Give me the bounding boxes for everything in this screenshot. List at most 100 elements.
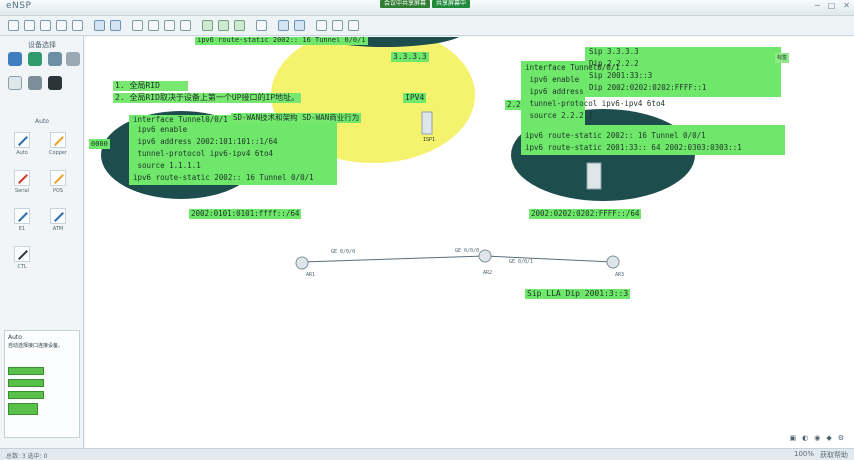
save-icon[interactable] (40, 20, 51, 31)
help-link[interactable]: 获取帮助 (820, 450, 848, 460)
right-config-line: ipv6 enable (525, 75, 580, 84)
cable-ctl[interactable]: CTL (8, 246, 36, 282)
status-bar: 总数: 3 选中: 0 100% 获取帮助 (0, 448, 854, 460)
tray-app-icon[interactable]: ▣ (789, 434, 796, 442)
stop-device-icon[interactable] (294, 20, 305, 31)
right-config-line: interface Tunnel0/0/1 (525, 63, 620, 72)
cable-label: Auto (16, 150, 28, 156)
link-ar1-ar2[interactable] (301, 255, 486, 263)
start-device-icon[interactable] (278, 20, 289, 31)
left-subnet-label: 2002:0101:0101:ffff::/64 (189, 209, 302, 219)
router-name-label: AR3 (615, 272, 625, 278)
left-config-line: tunnel-protocol ipv6-ipv4 6to4 (133, 149, 273, 158)
meeting-status[interactable]: 会议中共享屏幕 (380, 0, 431, 8)
note-line-1: 1. 全局RID (113, 81, 188, 91)
router-category-icon[interactable] (8, 52, 22, 66)
top-route-command: ipv6 route-static 2002:: 16 Tunnel 0/0/1 (195, 37, 368, 45)
highlight-bar (8, 379, 44, 387)
note-line-2: 2. 全局RID取决于设备上第一个UP接口的IP地址。 (113, 93, 302, 103)
text-icon[interactable] (202, 20, 213, 31)
pos-cable-icon (50, 170, 66, 186)
router-ar2-icon[interactable] (478, 249, 492, 263)
cable-auto[interactable]: Auto (8, 132, 36, 168)
topology-canvas[interactable]: ipv6 route-static 2002:: 16 Tunnel 0/0/1… (85, 37, 854, 450)
status-text: 总数: 3 选中: 0 (6, 453, 48, 460)
router-loopback-ip: 3.3.3.3 (391, 52, 429, 62)
hand-icon[interactable] (148, 20, 159, 31)
port-label: GE 0/0/0 (455, 248, 480, 254)
select-icon[interactable] (132, 20, 143, 31)
print-icon[interactable] (72, 20, 83, 31)
switch-category-icon[interactable] (28, 52, 42, 66)
right-router-icon[interactable] (586, 162, 602, 190)
delete-link-icon[interactable] (180, 20, 191, 31)
grid-icon[interactable] (348, 20, 359, 31)
right-config-line: ipv6 route-static 2002:: 16 Tunnel 0/0/1 (525, 131, 706, 140)
cable-pos[interactable]: POS (44, 170, 72, 206)
network-icon[interactable]: ◉ (814, 434, 820, 442)
share-screen-button[interactable]: 共享屏幕中 (432, 0, 471, 8)
left-config-line: ipv6 route-static 2002:: 16 Tunnel 0/0/1 (133, 173, 314, 182)
pc-category-icon[interactable] (8, 76, 22, 90)
title-bar: eNSP 会议中共享屏幕 共享屏幕中 ─ □ ✕ (0, 0, 854, 16)
ellipse-icon[interactable] (234, 20, 245, 31)
right-config-line: source 2.2.2.2 (525, 111, 593, 120)
firewall-category-icon[interactable] (66, 52, 80, 66)
right-prefix-fragment: 2.2 (505, 100, 523, 110)
cable-atm[interactable]: ATM (44, 208, 72, 244)
palette-icon[interactable] (256, 20, 267, 31)
cloud-category-icon[interactable] (28, 76, 42, 90)
cable-e1[interactable]: E1 (8, 208, 36, 244)
device-panel: 设备选择 Auto Auto Copper Serial POS E1 ATM … (0, 36, 84, 450)
cable-category-icon[interactable] (48, 76, 62, 90)
topology-icon[interactable] (332, 20, 343, 31)
bottom-note: Sip LLA Dip 2001:3::3 (525, 289, 631, 299)
isp-label: ISP1 (423, 137, 436, 143)
highlight-bar (8, 367, 44, 375)
link-ar2-ar3[interactable] (484, 255, 614, 263)
open-file-icon[interactable] (24, 20, 35, 31)
delete-icon[interactable] (164, 20, 175, 31)
cable-label: ATM (52, 226, 64, 232)
router-ar1-icon[interactable] (295, 256, 309, 270)
e1-cable-icon (14, 208, 30, 224)
router-name-label: AR2 (483, 270, 493, 276)
left-config-line: ipv6 address 2002:101:101::1/64 (133, 137, 278, 146)
app-title: eNSP (6, 1, 32, 11)
meeting-bar[interactable]: 会议中共享屏幕 共享屏幕中 (380, 0, 471, 8)
undo-icon[interactable] (94, 20, 105, 31)
auto-cable-preview (8, 403, 38, 415)
auto-cable-icon (14, 132, 30, 148)
right-subnet-label: 2002:0202:0202:FFFF::/64 (529, 209, 642, 219)
cable-label: Copper (48, 150, 68, 156)
right-config-line: ipv6 route-static 2001:33:: 64 2002:0303… (525, 143, 742, 152)
status-right: 100% 获取帮助 (794, 450, 848, 460)
serial-cable-icon (14, 170, 30, 186)
left-config-line: source 1.1.1.1 (133, 161, 201, 170)
app-window: eNSP 会议中共享屏幕 共享屏幕中 ─ □ ✕ 设备选择 Auto Auto … (0, 0, 854, 460)
cable-copper[interactable]: Copper (44, 132, 72, 168)
isp-router-icon[interactable] (421, 111, 433, 135)
cable-description-text: 自动选择接口连接设备。 (8, 343, 64, 349)
cable-label: E1 (18, 226, 26, 232)
zoom-level[interactable]: 100% (794, 450, 814, 460)
close-button[interactable]: ✕ (843, 1, 850, 10)
tag-badge[interactable]: 标签 (775, 53, 790, 63)
minimize-button[interactable]: ─ (815, 1, 820, 10)
chat-icon[interactable]: ◆ (826, 434, 831, 442)
volume-icon[interactable]: ◐ (802, 434, 808, 442)
settings-icon[interactable]: ⚙ (838, 434, 844, 442)
router-ar3-icon[interactable] (606, 255, 620, 269)
wlan-category-icon[interactable] (48, 52, 62, 66)
ipv4-label: IPV4 (403, 93, 427, 103)
system-tray: ▣ ◐ ◉ ◆ ⚙ (789, 434, 844, 442)
redo-icon[interactable] (110, 20, 121, 31)
maximize-button[interactable]: □ (828, 1, 836, 10)
save-as-icon[interactable] (56, 20, 67, 31)
toolbar (0, 16, 854, 36)
new-file-icon[interactable] (8, 20, 19, 31)
rectangle-icon[interactable] (218, 20, 229, 31)
capture-icon[interactable] (316, 20, 327, 31)
cable-serial[interactable]: Serial (8, 170, 36, 206)
window-controls: ─ □ ✕ (815, 1, 850, 10)
